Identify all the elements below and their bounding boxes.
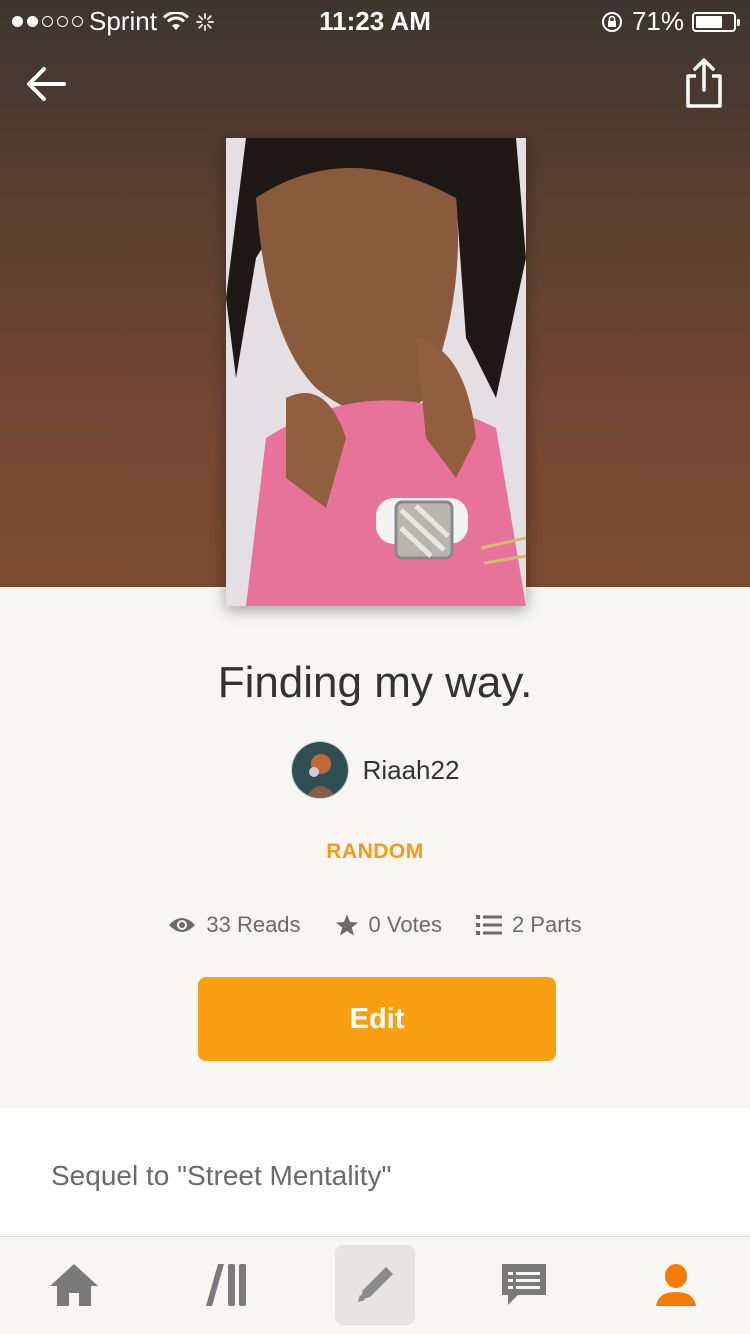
votes-stat: 0 Votes (335, 912, 442, 938)
rotation-lock-icon (601, 11, 622, 32)
tab-messages[interactable] (484, 1245, 564, 1325)
status-bar: Sprint 11:23 AM 71% (0, 0, 750, 40)
tab-home[interactable] (34, 1245, 114, 1325)
parts-count: 2 Parts (511, 912, 582, 937)
list-icon (475, 915, 502, 935)
tab-library[interactable] (186, 1245, 266, 1325)
story-description: Sequel to "Street Mentality" (51, 1160, 392, 1191)
parts-stat: 2 Parts (475, 912, 582, 938)
reads-count: 33 Reads (206, 912, 301, 937)
star-icon (335, 914, 358, 936)
story-stats: 33 Reads 0 Votes 2 Parts (0, 912, 750, 938)
cover-illustration (226, 138, 526, 606)
story-category[interactable]: RANDOM (0, 840, 750, 864)
share-icon[interactable] (682, 56, 726, 110)
story-title: Finding my way. (217, 658, 533, 707)
chat-icon (502, 1264, 546, 1305)
reads-stat: 33 Reads (168, 912, 301, 938)
edit-button[interactable]: Edit (198, 977, 556, 1061)
battery-icon (692, 11, 740, 32)
pencil-icon (358, 1267, 393, 1302)
home-icon (50, 1264, 98, 1306)
author-avatar[interactable] (290, 741, 349, 799)
bottom-tab-bar (0, 1236, 750, 1334)
author-name[interactable]: Riaah22 (363, 755, 460, 786)
tab-profile[interactable] (636, 1245, 716, 1325)
library-icon (206, 1264, 246, 1306)
profile-icon (656, 1264, 696, 1306)
back-arrow-icon[interactable] (22, 60, 70, 108)
author-row[interactable]: Riaah22 (0, 741, 750, 799)
battery-percent: 71% (631, 6, 684, 36)
tab-write[interactable] (335, 1245, 415, 1325)
votes-count: 0 Votes (368, 912, 442, 937)
eye-icon (169, 918, 196, 932)
status-right: 71% (600, 6, 740, 37)
story-cover-image (226, 138, 526, 606)
